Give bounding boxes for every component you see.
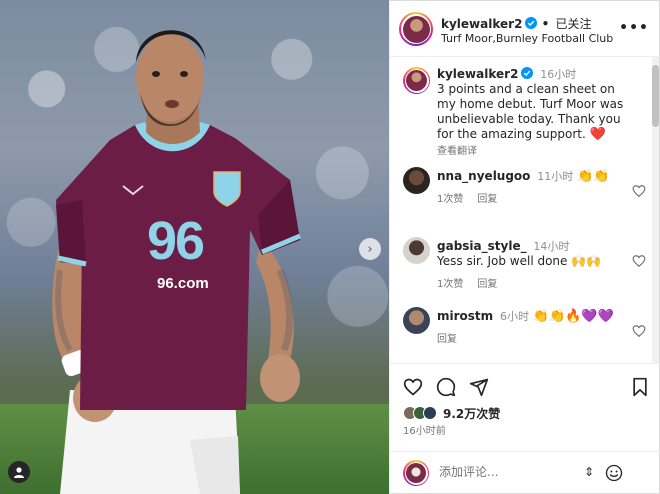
see-translation-link[interactable]: 查看翻译 <box>437 144 637 159</box>
reply-button[interactable]: 回复 <box>477 194 497 205</box>
post-header: kylewalker2 • 已关注 Turf Moor,Burnley Foot… <box>390 0 660 57</box>
author-username[interactable]: kylewalker2 <box>441 17 522 31</box>
more-options-icon[interactable]: ••• <box>619 20 649 36</box>
current-user-avatar <box>403 460 429 486</box>
comment-text: 👏👏🔥💜💜 <box>532 309 614 324</box>
comment-likes[interactable]: 1次赞 <box>437 279 463 290</box>
jersey-number: 96 <box>147 211 205 271</box>
add-comment-input[interactable] <box>439 465 579 479</box>
tagged-users-button[interactable] <box>8 461 30 483</box>
likes-count[interactable]: 9.2万次赞 <box>443 405 500 422</box>
comment-meta: 1次赞 回复 <box>437 277 637 292</box>
comment-row: mirostm 6小时 👏👏🔥💜💜 回复 <box>390 307 650 363</box>
caption-row: kylewalker2 16小时 3 points and a clean sh… <box>390 67 650 162</box>
like-comment-heart-icon[interactable] <box>632 254 646 268</box>
comment-meta: 1次赞 回复 <box>437 192 637 207</box>
post-photo[interactable]: 96 96.com › <box>0 0 389 494</box>
red-heart-emoji: ❤️ <box>589 127 606 142</box>
reply-button[interactable]: 回复 <box>437 334 457 345</box>
comment-username[interactable]: nna_nyelugoo <box>437 169 530 183</box>
comment-time: 14小时 <box>533 240 570 253</box>
carousel-next-button[interactable]: › <box>359 238 381 260</box>
comments-list: kylewalker2 16小时 3 points and a clean sh… <box>390 57 660 363</box>
post-location[interactable]: Turf Moor,Burnley Football Club <box>441 32 613 45</box>
like-comment-heart-icon[interactable] <box>632 184 646 198</box>
comment-time: 11小时 <box>537 170 574 183</box>
comment-username[interactable]: mirostm <box>437 309 493 323</box>
reply-button[interactable]: 回复 <box>477 279 497 290</box>
follow-status-button[interactable]: 已关注 <box>555 17 591 31</box>
likes-summary[interactable]: 9.2万次赞 <box>403 404 500 422</box>
emoji-icon[interactable] <box>605 464 623 482</box>
comment-likes[interactable]: 1次赞 <box>437 194 463 205</box>
user-icon <box>14 467 24 478</box>
comments-scrollbar-thumb[interactable] <box>652 65 659 127</box>
chevron-right-icon: › <box>367 241 373 257</box>
like-comment-heart-icon[interactable] <box>632 324 646 338</box>
post-timestamp: 16小时前 <box>403 426 446 437</box>
caption-username[interactable]: kylewalker2 <box>437 67 518 81</box>
comment-username[interactable]: gabsia_style_ <box>437 239 527 253</box>
comment-row: nna_nyelugoo 11小时 👏👏 1次赞 回复 <box>390 167 650 227</box>
comment-text: 👏👏 <box>577 169 610 184</box>
verified-badge-icon <box>525 17 538 29</box>
author-line: kylewalker2 • 已关注 <box>441 17 592 31</box>
comment-row: gabsia_style_ 14小时 Yess sir. Job well do… <box>390 237 650 297</box>
caption-text-wrap: 3 points and a clean sheet on my home de… <box>437 82 637 142</box>
add-comment-bar: ⇕ <box>390 451 660 493</box>
caption-time: 16小时 <box>540 68 577 81</box>
post-sidebar: kylewalker2 • 已关注 Turf Moor,Burnley Foot… <box>389 0 660 494</box>
commenter-avatar[interactable] <box>403 167 430 194</box>
commenter-avatar[interactable] <box>403 237 430 264</box>
bookmark-icon[interactable] <box>630 377 650 397</box>
sort-icon[interactable]: ⇕ <box>584 465 594 479</box>
commenter-avatar[interactable] <box>403 307 430 334</box>
author-avatar[interactable] <box>399 12 433 46</box>
jersey-sponsor: 96.com <box>157 275 209 292</box>
post-actions: 9.2万次赞 16小时前 ⇕ <box>390 363 660 493</box>
comment-text: Yess sir. Job well done 🙌🙌 <box>437 254 602 268</box>
heart-icon[interactable] <box>403 377 423 397</box>
verified-badge-icon <box>521 67 534 79</box>
comment-icon[interactable] <box>436 377 456 397</box>
liker-avatar <box>423 406 437 420</box>
comment-time: 6小时 <box>500 310 529 323</box>
comment-meta: 回复 <box>437 332 637 347</box>
caption-avatar[interactable] <box>403 67 430 94</box>
share-icon[interactable] <box>469 377 489 397</box>
